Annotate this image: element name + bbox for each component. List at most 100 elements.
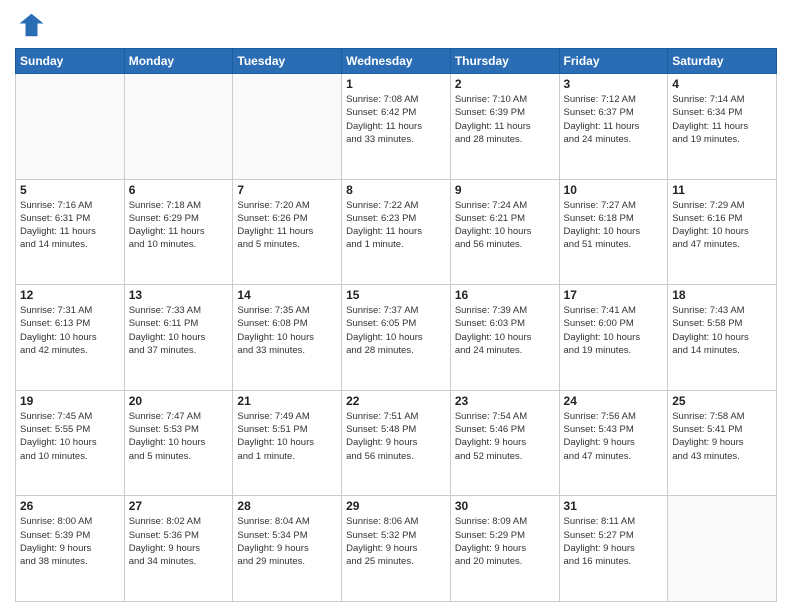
day-number: 3 [564, 77, 664, 91]
day-cell [16, 74, 125, 180]
day-number: 15 [346, 288, 446, 302]
day-info: Sunrise: 7:45 AM Sunset: 5:55 PM Dayligh… [20, 410, 120, 463]
day-cell: 6 Sunrise: 7:18 AM Sunset: 6:29 PM Daylig… [124, 179, 233, 285]
day-info: Sunrise: 7:56 AM Sunset: 5:43 PM Dayligh… [564, 410, 664, 463]
day-cell: 29 Sunrise: 8:06 AM Sunset: 5:32 PM Dayli… [342, 496, 451, 602]
day-number: 22 [346, 394, 446, 408]
day-cell: 10Sunrise: 7:27 AM Sunset: 6:18 PM Dayli… [559, 179, 668, 285]
day-info: Sunrise: 7:20 AM Sunset: 6:26 PM Dayligh… [237, 199, 337, 252]
day-cell: 27 Sunrise: 8:02 AM Sunset: 5:36 PM Dayli… [124, 496, 233, 602]
day-info: Sunrise: 7:18 AM Sunset: 6:29 PM Dayligh… [129, 199, 229, 252]
day-cell: 20 Sunrise: 7:47 AM Sunset: 5:53 PM Dayli… [124, 390, 233, 496]
day-number: 14 [237, 288, 337, 302]
day-number: 1 [346, 77, 446, 91]
week-row-3: 12 Sunrise: 7:31 AM Sunset: 6:13 PM Dayli… [16, 285, 777, 391]
day-number: 8 [346, 183, 446, 197]
day-cell: 23Sunrise: 7:54 AM Sunset: 5:46 PM Dayli… [450, 390, 559, 496]
logo [15, 10, 47, 40]
day-cell: 14Sunrise: 7:35 AM Sunset: 6:08 PM Dayli… [233, 285, 342, 391]
page: SundayMondayTuesdayWednesdayThursdayFrid… [0, 0, 792, 612]
day-cell: 25 Sunrise: 7:58 AM Sunset: 5:41 PM Dayli… [668, 390, 777, 496]
day-number: 6 [129, 183, 229, 197]
day-info: Sunrise: 7:24 AM Sunset: 6:21 PM Dayligh… [455, 199, 555, 252]
day-info: Sunrise: 7:33 AM Sunset: 6:11 PM Dayligh… [129, 304, 229, 357]
day-number: 9 [455, 183, 555, 197]
day-cell: 17Sunrise: 7:41 AM Sunset: 6:00 PM Dayli… [559, 285, 668, 391]
day-number: 21 [237, 394, 337, 408]
day-info: Sunrise: 7:49 AM Sunset: 5:51 PM Dayligh… [237, 410, 337, 463]
day-info: Sunrise: 7:37 AM Sunset: 6:05 PM Dayligh… [346, 304, 446, 357]
day-info: Sunrise: 8:02 AM Sunset: 5:36 PM Dayligh… [129, 515, 229, 568]
day-cell: 7 Sunrise: 7:20 AM Sunset: 6:26 PM Daylig… [233, 179, 342, 285]
day-number: 23 [455, 394, 555, 408]
day-cell: 19 Sunrise: 7:45 AM Sunset: 5:55 PM Dayli… [16, 390, 125, 496]
day-info: Sunrise: 7:12 AM Sunset: 6:37 PM Dayligh… [564, 93, 664, 146]
day-cell: 2Sunrise: 7:10 AM Sunset: 6:39 PM Daylig… [450, 74, 559, 180]
day-cell: 26Sunrise: 8:00 AM Sunset: 5:39 PM Dayli… [16, 496, 125, 602]
day-cell: 5 Sunrise: 7:16 AM Sunset: 6:31 PM Daylig… [16, 179, 125, 285]
header [15, 10, 777, 40]
day-info: Sunrise: 8:04 AM Sunset: 5:34 PM Dayligh… [237, 515, 337, 568]
day-cell: 9 Sunrise: 7:24 AM Sunset: 6:21 PM Daylig… [450, 179, 559, 285]
week-row-2: 5 Sunrise: 7:16 AM Sunset: 6:31 PM Daylig… [16, 179, 777, 285]
day-info: Sunrise: 7:58 AM Sunset: 5:41 PM Dayligh… [672, 410, 772, 463]
day-info: Sunrise: 8:09 AM Sunset: 5:29 PM Dayligh… [455, 515, 555, 568]
day-number: 18 [672, 288, 772, 302]
logo-icon [15, 10, 45, 40]
day-cell: 31 Sunrise: 8:11 AM Sunset: 5:27 PM Dayli… [559, 496, 668, 602]
day-header-tuesday: Tuesday [233, 49, 342, 74]
day-cell: 8 Sunrise: 7:22 AM Sunset: 6:23 PM Daylig… [342, 179, 451, 285]
day-header-monday: Monday [124, 49, 233, 74]
day-cell [668, 496, 777, 602]
day-info: Sunrise: 7:16 AM Sunset: 6:31 PM Dayligh… [20, 199, 120, 252]
day-number: 24 [564, 394, 664, 408]
day-number: 12 [20, 288, 120, 302]
day-cell: 3 Sunrise: 7:12 AM Sunset: 6:37 PM Daylig… [559, 74, 668, 180]
day-cell: 22 Sunrise: 7:51 AM Sunset: 5:48 PM Dayli… [342, 390, 451, 496]
day-number: 28 [237, 499, 337, 513]
day-number: 29 [346, 499, 446, 513]
day-header-thursday: Thursday [450, 49, 559, 74]
day-info: Sunrise: 7:08 AM Sunset: 6:42 PM Dayligh… [346, 93, 446, 146]
day-cell: 1 Sunrise: 7:08 AM Sunset: 6:42 PM Daylig… [342, 74, 451, 180]
day-cell: 24 Sunrise: 7:56 AM Sunset: 5:43 PM Dayli… [559, 390, 668, 496]
day-cell: 16Sunrise: 7:39 AM Sunset: 6:03 PM Dayli… [450, 285, 559, 391]
day-header-saturday: Saturday [668, 49, 777, 74]
day-number: 11 [672, 183, 772, 197]
day-info: Sunrise: 7:31 AM Sunset: 6:13 PM Dayligh… [20, 304, 120, 357]
day-info: Sunrise: 7:22 AM Sunset: 6:23 PM Dayligh… [346, 199, 446, 252]
day-number: 31 [564, 499, 664, 513]
week-row-1: 1 Sunrise: 7:08 AM Sunset: 6:42 PM Daylig… [16, 74, 777, 180]
day-number: 26 [20, 499, 120, 513]
week-row-5: 26Sunrise: 8:00 AM Sunset: 5:39 PM Dayli… [16, 496, 777, 602]
day-header-sunday: Sunday [16, 49, 125, 74]
day-cell: 11 Sunrise: 7:29 AM Sunset: 6:16 PM Dayli… [668, 179, 777, 285]
day-header-friday: Friday [559, 49, 668, 74]
day-info: Sunrise: 7:51 AM Sunset: 5:48 PM Dayligh… [346, 410, 446, 463]
day-info: Sunrise: 8:11 AM Sunset: 5:27 PM Dayligh… [564, 515, 664, 568]
day-cell: 21 Sunrise: 7:49 AM Sunset: 5:51 PM Dayli… [233, 390, 342, 496]
day-number: 16 [455, 288, 555, 302]
day-info: Sunrise: 7:10 AM Sunset: 6:39 PM Dayligh… [455, 93, 555, 146]
day-number: 30 [455, 499, 555, 513]
day-number: 27 [129, 499, 229, 513]
day-cell: 30 Sunrise: 8:09 AM Sunset: 5:29 PM Dayli… [450, 496, 559, 602]
day-info: Sunrise: 7:14 AM Sunset: 6:34 PM Dayligh… [672, 93, 772, 146]
day-number: 4 [672, 77, 772, 91]
day-info: Sunrise: 7:47 AM Sunset: 5:53 PM Dayligh… [129, 410, 229, 463]
day-info: Sunrise: 8:06 AM Sunset: 5:32 PM Dayligh… [346, 515, 446, 568]
day-cell: 12 Sunrise: 7:31 AM Sunset: 6:13 PM Dayli… [16, 285, 125, 391]
day-number: 19 [20, 394, 120, 408]
header-row: SundayMondayTuesdayWednesdayThursdayFrid… [16, 49, 777, 74]
day-number: 20 [129, 394, 229, 408]
day-info: Sunrise: 7:27 AM Sunset: 6:18 PM Dayligh… [564, 199, 664, 252]
day-number: 25 [672, 394, 772, 408]
day-number: 5 [20, 183, 120, 197]
day-cell: 18Sunrise: 7:43 AM Sunset: 5:58 PM Dayli… [668, 285, 777, 391]
day-cell [124, 74, 233, 180]
day-cell: 4 Sunrise: 7:14 AM Sunset: 6:34 PM Daylig… [668, 74, 777, 180]
day-info: Sunrise: 7:29 AM Sunset: 6:16 PM Dayligh… [672, 199, 772, 252]
day-cell: 13 Sunrise: 7:33 AM Sunset: 6:11 PM Dayli… [124, 285, 233, 391]
day-number: 7 [237, 183, 337, 197]
day-number: 13 [129, 288, 229, 302]
